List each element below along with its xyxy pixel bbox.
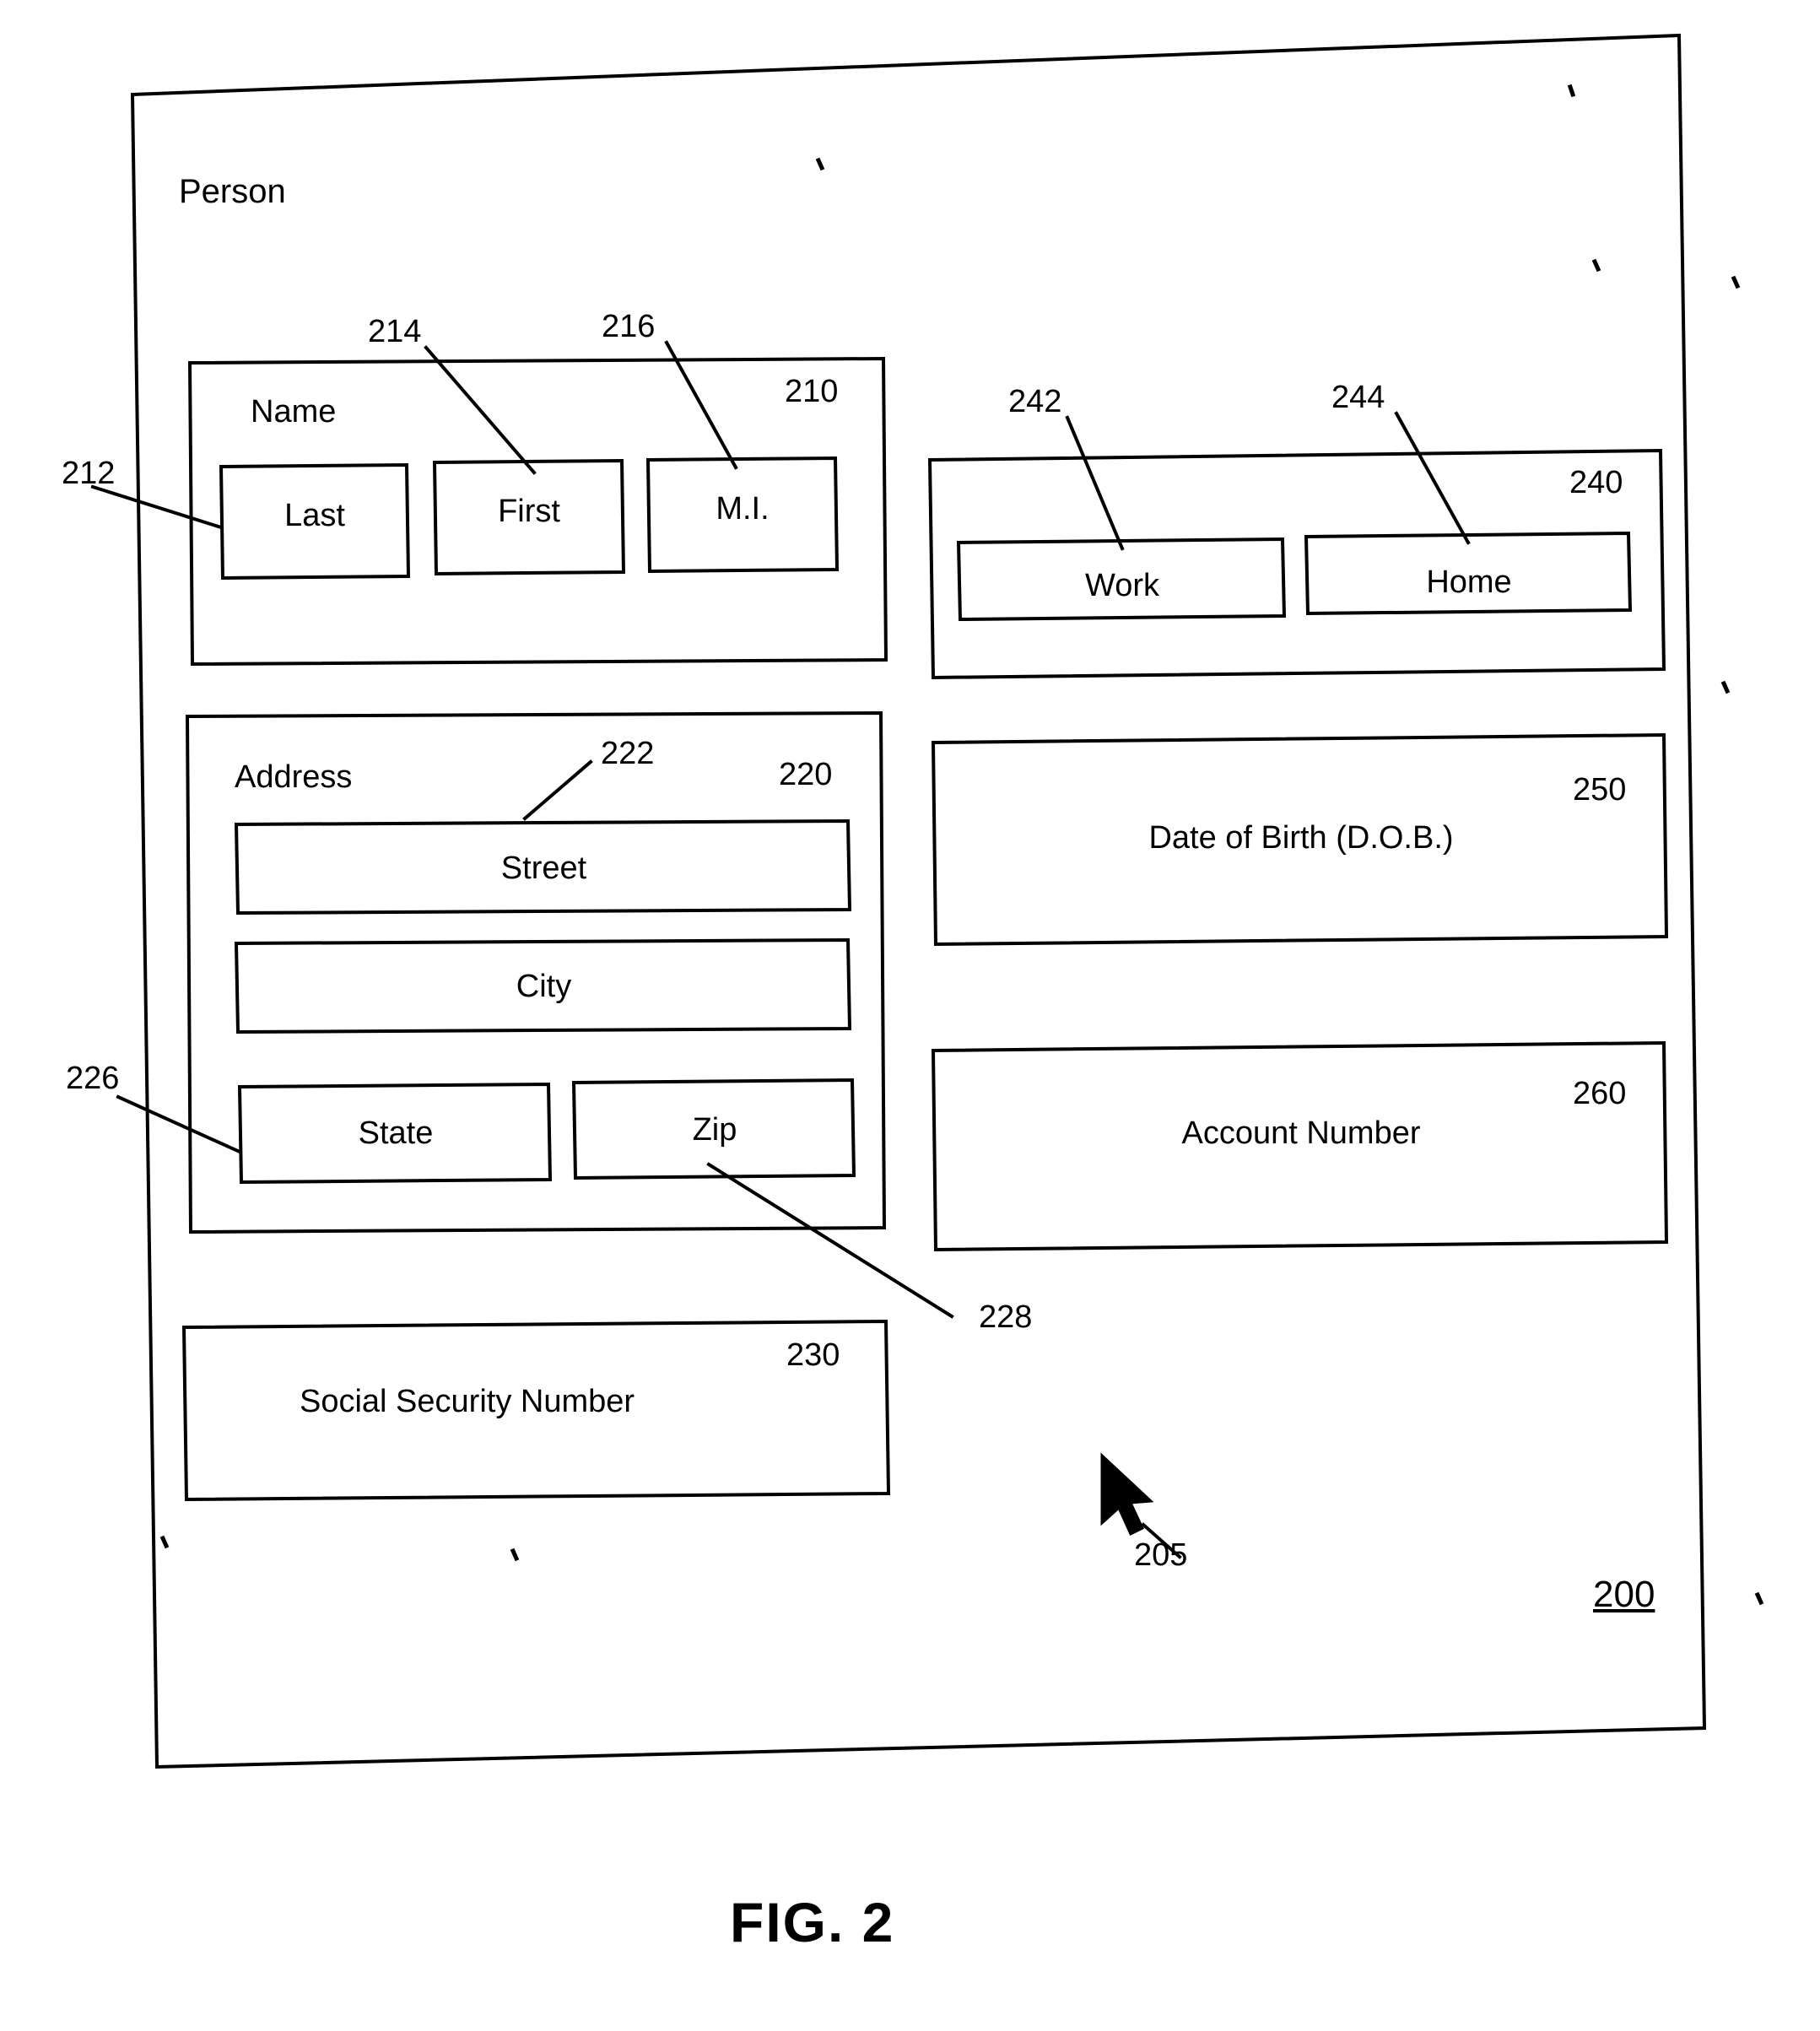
- mouse-cursor-icon: [1100, 1452, 1154, 1537]
- panel-title: Person: [179, 173, 286, 210]
- ref-200: 200: [1593, 1574, 1655, 1615]
- leader-214: [424, 345, 537, 475]
- work-field-label: Work: [1085, 568, 1159, 603]
- stray-mark-6: [159, 1535, 170, 1549]
- ref-244: 244: [1331, 380, 1385, 415]
- street-field-label: Street: [500, 851, 587, 886]
- stray-mark-1: [1567, 84, 1576, 98]
- stray-mark-7: [510, 1548, 520, 1562]
- ref-210: 210: [785, 374, 839, 409]
- first-field-label: First: [498, 494, 560, 529]
- ref-216: 216: [602, 309, 656, 344]
- account-number-field-label: Account Number: [1181, 1115, 1421, 1151]
- ref-214: 214: [368, 314, 422, 349]
- stray-mark-5: [1720, 680, 1731, 694]
- home-field-label: Home: [1426, 564, 1512, 600]
- ssn-field-label: Social Security Number: [300, 1384, 635, 1419]
- leader-244: [1394, 411, 1471, 545]
- leader-228: [706, 1162, 954, 1319]
- leader-222: [522, 759, 593, 821]
- stray-mark-4: [1731, 275, 1741, 289]
- last-field-label: Last: [284, 498, 345, 533]
- state-field-label: State: [358, 1115, 434, 1151]
- mi-field-label: M.I.: [716, 491, 770, 527]
- figure-2-diagram: Person Name 210 Last First M.I. 214 216 …: [0, 0, 1820, 2031]
- ref-212: 212: [62, 456, 116, 491]
- figure-caption: FIG. 2: [730, 1891, 895, 1953]
- leader-226: [116, 1094, 242, 1154]
- ref-228: 228: [979, 1299, 1033, 1335]
- ref-230: 230: [786, 1337, 840, 1373]
- zip-field-label: Zip: [692, 1112, 737, 1148]
- diagram-line-art: [90, 33, 1764, 1769]
- ref-222: 222: [601, 736, 655, 771]
- city-field-label: City: [516, 969, 572, 1004]
- stray-mark-3: [1591, 258, 1601, 273]
- dob-field-label: Date of Birth (D.O.B.): [1148, 820, 1454, 856]
- stray-mark-8: [1754, 1591, 1764, 1606]
- leader-242: [1065, 415, 1125, 551]
- ref-220: 220: [779, 757, 833, 792]
- address-group-title: Address: [235, 759, 353, 795]
- outer-panel-outline: [130, 33, 1707, 1769]
- ref-205: 205: [1134, 1537, 1188, 1573]
- ref-260: 260: [1573, 1076, 1627, 1111]
- stray-mark-2: [815, 157, 825, 171]
- ref-240: 240: [1569, 465, 1623, 500]
- ref-250: 250: [1573, 772, 1627, 808]
- ref-242: 242: [1008, 384, 1062, 419]
- ref-226: 226: [66, 1061, 120, 1096]
- leader-212: [90, 484, 224, 530]
- name-group-title: Name: [251, 394, 337, 429]
